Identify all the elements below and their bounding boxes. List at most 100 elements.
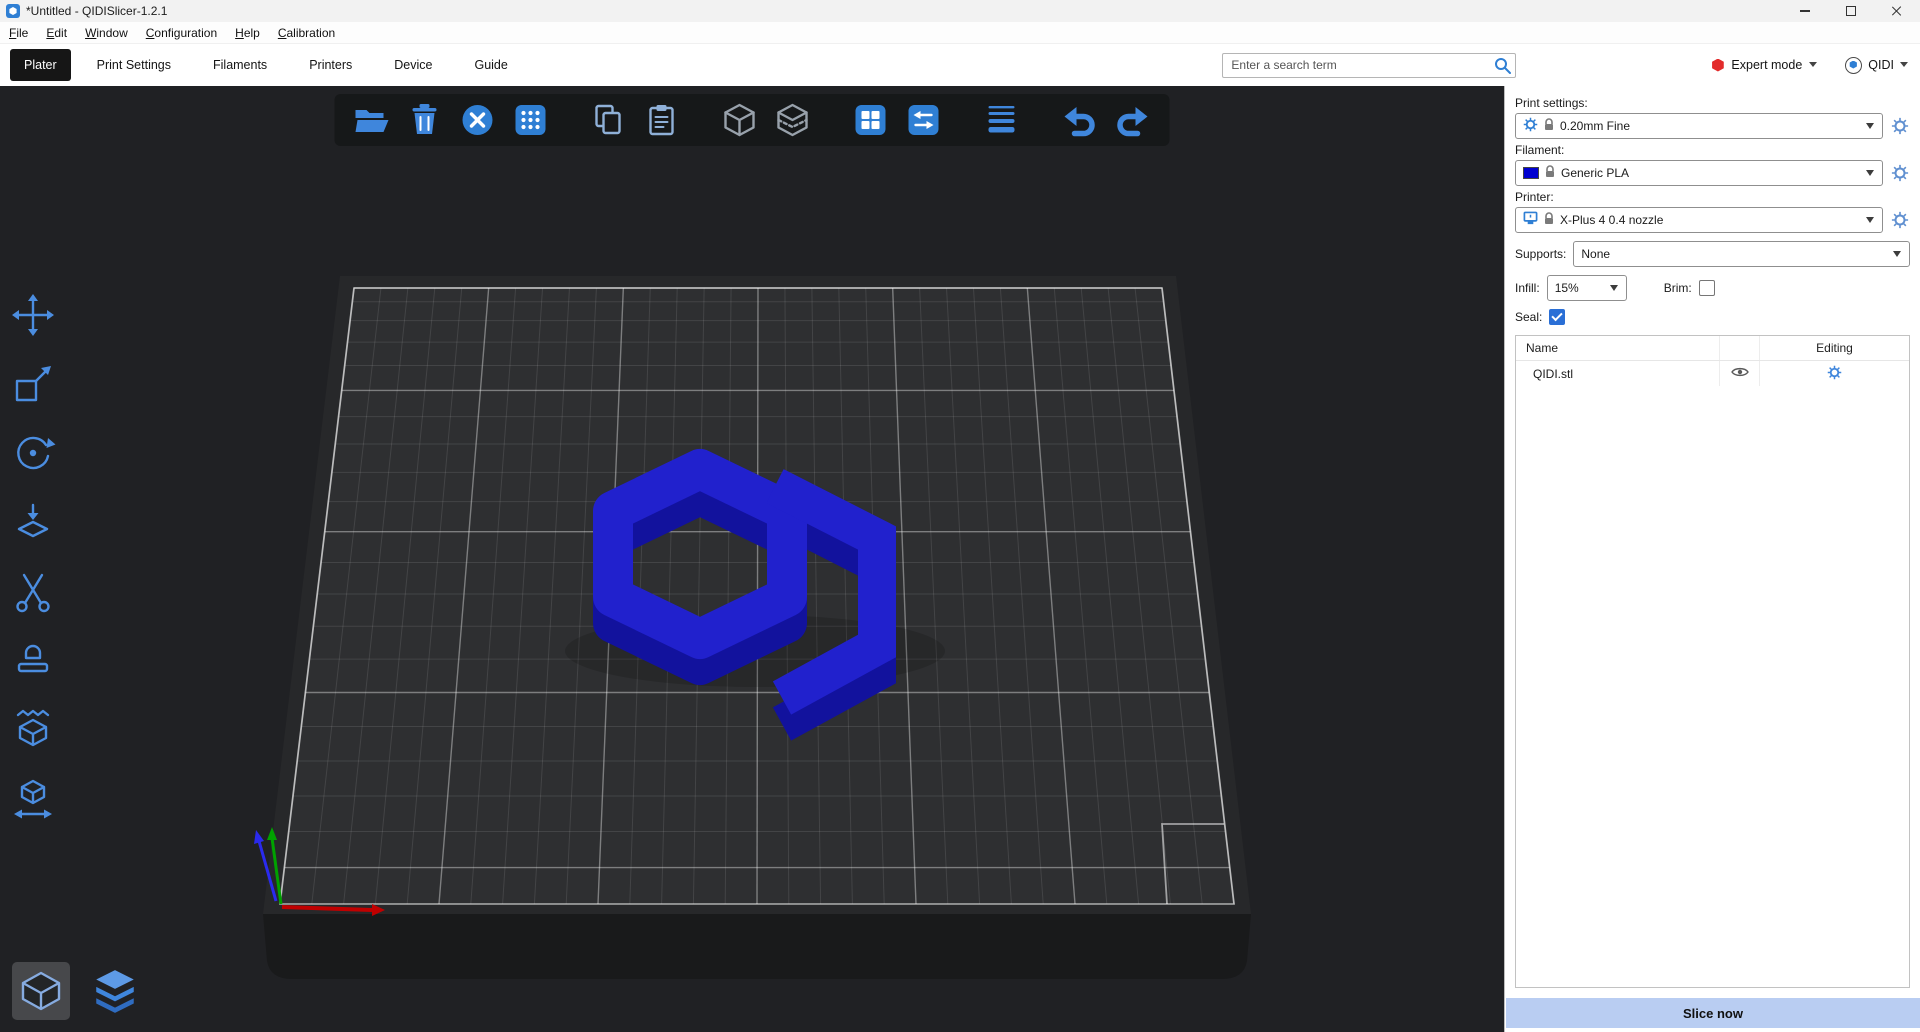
undo-icon[interactable] [1061,101,1099,139]
infill-label: Infill: [1515,281,1540,295]
chevron-down-icon [1866,217,1875,223]
filament-label: Filament: [1515,143,1910,157]
slice-now-button[interactable]: Slice now [1506,998,1920,1028]
print-settings-edit-icon[interactable] [1890,117,1910,135]
expert-mode-icon [1711,59,1724,72]
chevron-down-icon [1866,170,1875,176]
view-mode-buttons [12,962,144,1020]
infill-combo[interactable]: 15% [1547,275,1627,301]
chevron-down-icon [1893,251,1902,257]
editing-icon[interactable] [1827,365,1842,383]
fill-bed-icon[interactable] [852,101,890,139]
visibility-eye-icon[interactable] [1731,366,1749,381]
chevron-down-icon [1866,123,1875,129]
fuzzy-skin-icon[interactable] [10,706,56,752]
paint-support-icon[interactable] [10,637,56,683]
measure-icon[interactable] [10,775,56,821]
preset-gear-icon [1523,117,1538,135]
plater-toolbar [335,94,1170,146]
supports-value: None [1581,247,1610,261]
printer-icon [1523,211,1538,229]
lock-icon [1545,165,1555,181]
variable-layer-height-icon[interactable] [983,101,1021,139]
scale-icon[interactable] [10,361,56,407]
column-header-name[interactable]: Name [1516,341,1719,355]
copy-icon[interactable] [590,101,628,139]
title-bar: *Untitled - QIDISlicer-1.2.1 [0,0,1920,22]
column-header-editing[interactable]: Editing [1759,336,1909,360]
object-name[interactable]: QIDI.stl [1516,367,1719,381]
tab-filaments[interactable]: Filaments [213,58,267,72]
filament-combo[interactable]: Generic PLA [1515,160,1883,186]
tab-plater[interactable]: Plater [10,49,71,81]
menu-configuration[interactable]: Configuration [137,22,226,43]
tab-device[interactable]: Device [394,58,432,72]
print-settings-value: 0.20mm Fine [1560,119,1630,133]
move-icon[interactable] [10,292,56,338]
arrange-icon[interactable] [512,101,550,139]
search-box [1222,53,1516,78]
column-header-visibility [1719,336,1759,360]
search-icon[interactable] [1494,57,1511,74]
open-icon[interactable] [353,101,391,139]
print-bed[interactable] [0,86,1504,1032]
chevron-down-icon [1610,285,1619,291]
chevron-down-icon [1809,61,1817,69]
brim-checkbox[interactable] [1699,280,1715,296]
3d-viewport[interactable] [0,86,1504,1032]
printer-edit-icon[interactable] [1890,211,1910,229]
printer-combo[interactable]: X-Plus 4 0.4 nozzle [1515,207,1883,233]
3d-editor-view-button[interactable] [12,962,70,1020]
cut-icon[interactable] [10,568,56,614]
redo-icon[interactable] [1114,101,1152,139]
bed-front-face [263,914,1251,979]
fill-bed-instances-icon[interactable] [905,101,943,139]
filament-edit-icon[interactable] [1890,164,1910,182]
seal-label: Seal: [1515,310,1542,324]
menu-help[interactable]: Help [226,22,269,43]
tab-guide[interactable]: Guide [474,58,507,72]
printer-label: Printer: [1515,190,1910,204]
menu-bar: File Edit Window Configuration Help Cali… [0,22,1920,44]
menu-window[interactable]: Window [76,22,137,43]
preview-view-button[interactable] [86,962,144,1020]
window-controls [1782,0,1920,22]
lock-icon [1544,212,1554,228]
chevron-down-icon [1900,61,1908,69]
supports-label: Supports: [1515,247,1566,261]
delete-all-icon[interactable] [459,101,497,139]
print-settings-label: Print settings: [1515,96,1910,110]
split-to-objects-icon[interactable] [721,101,759,139]
object-list: Name Editing QIDI.stl [1515,335,1910,988]
gizmo-toolbar [10,292,56,821]
object-list-row[interactable]: QIDI.stl [1516,361,1909,386]
split-to-parts-icon[interactable] [774,101,812,139]
place-on-face-icon[interactable] [10,499,56,545]
maximize-button[interactable] [1828,0,1874,22]
tab-print-settings[interactable]: Print Settings [97,58,171,72]
filament-color-swatch [1523,167,1539,179]
brim-label: Brim: [1664,281,1692,295]
expert-mode-selector[interactable]: Expert mode [1711,58,1817,72]
menu-edit[interactable]: Edit [37,22,76,43]
printer-value: X-Plus 4 0.4 nozzle [1560,213,1663,227]
account-menu[interactable]: QIDI [1845,57,1908,74]
supports-combo[interactable]: None [1573,241,1910,267]
minimize-button[interactable] [1782,0,1828,22]
tab-printers[interactable]: Printers [309,58,352,72]
seal-checkbox[interactable] [1549,309,1565,325]
paste-icon[interactable] [643,101,681,139]
tab-bar: Plater Print Settings Filaments Printers… [0,44,1920,86]
print-settings-combo[interactable]: 0.20mm Fine [1515,113,1883,139]
search-input[interactable] [1222,53,1516,78]
filament-value: Generic PLA [1561,166,1629,180]
menu-calibration[interactable]: Calibration [269,22,344,43]
rotate-icon[interactable] [10,430,56,476]
window-title: *Untitled - QIDISlicer-1.2.1 [26,4,167,18]
qidi-account-icon [1845,57,1862,74]
delete-icon[interactable] [406,101,444,139]
close-button[interactable] [1874,0,1920,22]
menu-file[interactable]: File [0,22,37,43]
right-sidebar: Print settings: 0.20mm Fine Filament: Ge… [1504,86,1920,1032]
lock-icon [1544,118,1554,134]
